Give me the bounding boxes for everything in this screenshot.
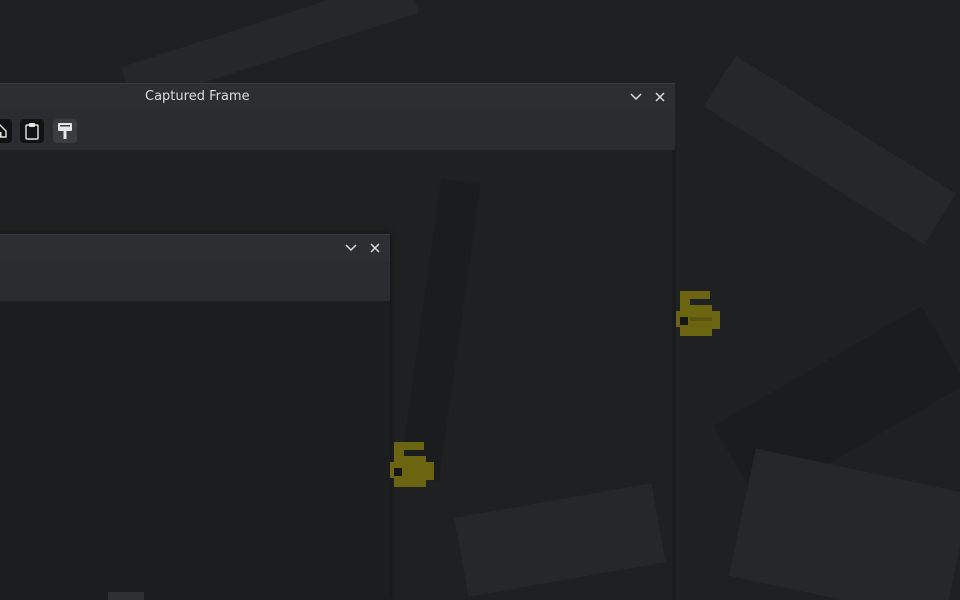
- home-icon: [0, 124, 7, 138]
- pixel-glyph-icon: [676, 291, 720, 336]
- captured-frame-window: Captured Frame: [0, 83, 675, 600]
- window-title: Captured Frame: [145, 89, 250, 104]
- desktop: Captured Frame: [0, 0, 960, 600]
- close-icon: [655, 92, 665, 102]
- clipboard-button[interactable]: [20, 119, 44, 143]
- close-button[interactable]: [651, 88, 669, 106]
- window-edge: [672, 150, 676, 600]
- scrollbar-handle[interactable]: [108, 592, 144, 600]
- chevron-down-icon: [630, 93, 642, 101]
- home-button[interactable]: [0, 119, 12, 143]
- paint-roller-button[interactable]: [53, 119, 77, 143]
- toolbar: [0, 111, 675, 150]
- paint-roller-icon: [58, 123, 72, 139]
- background-texture: [728, 448, 960, 600]
- background-texture: [703, 55, 957, 245]
- titlebar[interactable]: Captured Frame: [0, 83, 675, 111]
- minimize-button[interactable]: [627, 88, 645, 106]
- clipboard-icon: [25, 123, 39, 140]
